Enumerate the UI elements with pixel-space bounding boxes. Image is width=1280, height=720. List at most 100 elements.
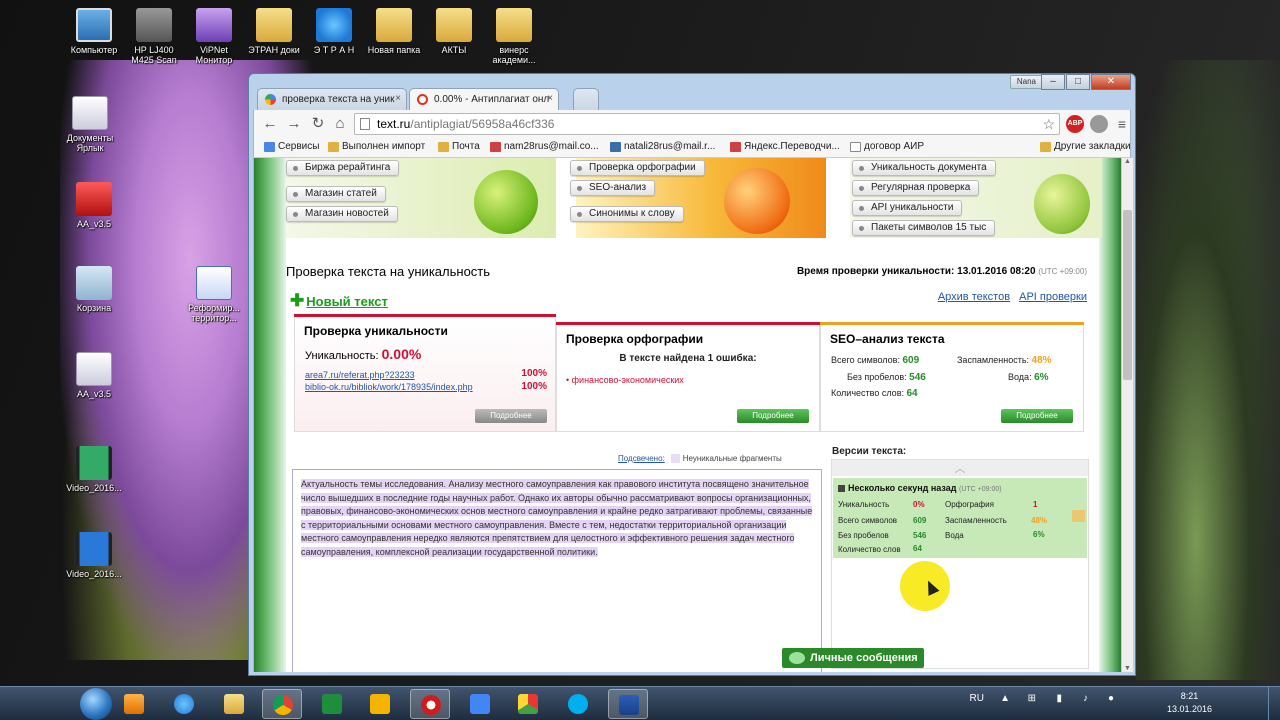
taskbar-paint[interactable] [508,689,548,719]
desktop-icon-video-1[interactable]: Video_2016... [62,446,126,493]
menu-news-store[interactable]: Магазин новостей [286,206,398,222]
bookmark-imported[interactable]: Выполнен импорт [328,141,425,152]
source-link[interactable]: biblio-ok.ru/bibliok/work/178935/index.p… [305,382,473,392]
versions-scroll-up-button[interactable]: ︿ [832,460,1088,476]
version-expand-icon[interactable] [1072,510,1085,522]
textru-favicon-icon [417,94,428,105]
desktop-icon-etran[interactable]: Э Т Р А Н [302,8,366,55]
skype-tray-icon[interactable]: ● [1108,693,1114,704]
taskbar-word[interactable] [608,689,648,719]
chrome-menu-button[interactable]: ≡ [1112,114,1132,134]
home-button[interactable]: ⌂ [330,114,350,134]
minimize-button[interactable]: – [1041,74,1065,90]
desktop-icon-aa-file[interactable]: AA_v3.5 [62,352,126,399]
scrollbar-thumb[interactable] [1123,210,1132,380]
scroll-down-arrow-icon[interactable]: ▼ [1122,665,1133,672]
taskbar-chrome[interactable] [262,689,302,719]
bookmark-yandex-translate[interactable]: Яндекс.Переводчи... [730,141,840,152]
back-button[interactable]: ← [260,114,280,134]
bookmark-nam28rus[interactable]: nam28rus@mail.co... [490,141,599,152]
spelling-error-word[interactable]: • финансово-экономических [566,375,684,385]
desktop-icon-documents[interactable]: Документы Ярлык [58,96,122,154]
uniqueness-details-button[interactable]: Подробнее [475,409,547,423]
folder-icon [436,8,472,42]
address-bar[interactable]: text.ru/antiplagiat/56958a46cf336 ☆ [354,113,1060,135]
taskbar-sheets[interactable] [312,689,352,719]
word-icon [619,695,639,715]
windows-flag-icon[interactable]: ⊞ [1028,693,1036,704]
tab-antiplagiat[interactable]: 0.00% - Антиплагиат онл × [409,88,559,110]
scroll-up-arrow-icon[interactable]: ▲ [1122,158,1133,165]
menu-regular-check[interactable]: Регулярная проверка [852,180,980,196]
close-window-button[interactable]: ✕ [1091,74,1131,90]
desktop-icon-winners[interactable]: винерс академи... [482,8,546,66]
menu-article-store[interactable]: Магазин статей [286,186,386,202]
network-icon[interactable]: ▮ [1056,693,1062,704]
desktop-icon-vipnet[interactable]: ViPNet Монитор [182,8,246,66]
desktop-icon-new-folder[interactable]: Новая папка [362,8,426,55]
checked-text[interactable]: Актуальность темы исследования. Анализу … [301,478,813,559]
bookmark-services[interactable]: Сервисы [264,141,319,152]
start-button[interactable] [80,688,112,720]
taskbar-explorer[interactable] [214,689,254,719]
new-text-link[interactable]: ✚ Новый текст [290,291,388,311]
bookmark-mail[interactable]: Почта [438,141,480,152]
bookmark-natali28rus[interactable]: natali28rus@mail.r... [610,141,715,152]
text-editor[interactable]: Актуальность темы исследования. Анализу … [292,469,822,672]
profile-badge[interactable]: Nana [1009,75,1043,89]
version-spam-label: Заспамленность [945,516,1007,525]
taskbar-skype[interactable] [558,689,598,719]
archive-link[interactable]: Архив текстов [938,291,1010,303]
taskbar-docs[interactable] [460,689,500,719]
version-words-label: Количество слов [838,545,901,554]
menu-spell-check[interactable]: Проверка орфографии [570,160,705,176]
globe-extension-icon[interactable] [1090,115,1108,133]
tab-search[interactable]: проверка текста на уник × [257,88,407,110]
adblock-icon[interactable]: ABP [1066,115,1084,133]
forward-button[interactable]: → [284,114,304,134]
language-indicator[interactable]: RU [970,693,984,704]
menu-document-uniqueness[interactable]: Уникальность документа [852,160,996,176]
volume-icon[interactable]: ♪ [1083,693,1088,704]
private-messages-button[interactable]: Личные сообщения [782,648,924,668]
desktop-icon-reform-doc[interactable]: Реформир... территор... [182,266,246,324]
taskbar-opera[interactable] [410,689,450,719]
desktop-icon-printer[interactable]: HP LJ400 M425 Scan [122,8,186,66]
menu-synonyms[interactable]: Синонимы к слову [570,206,684,222]
menu-seo-analysis[interactable]: SEO-анализ [570,180,656,196]
spelling-details-button[interactable]: Подробнее [737,409,809,423]
menu-symbol-packages[interactable]: Пакеты символов 15 тыс [852,220,996,236]
desktop-icon-aa-app[interactable]: AA_v3.5 [62,182,126,229]
versions-panel: ︿ Несколько секунд назад (UTC +09:00) Ун… [831,459,1089,669]
menu-rewrite-exchange[interactable]: Биржа рерайтинга [286,160,400,176]
source-percent: 100% [521,368,547,379]
version-spell-value: 1 [1033,500,1038,509]
reload-button[interactable]: ↻ [308,114,328,134]
desktop-icon-video-2[interactable]: Video_2016... [62,532,126,579]
taskbar-ie[interactable] [164,689,204,719]
page-scrollbar[interactable]: ▲ ▼ [1121,158,1133,672]
highlight-toggle-link[interactable]: Подсвечено: [618,454,665,463]
bookmark-contract[interactable]: договор АИР [850,141,924,152]
version-item[interactable]: Несколько секунд назад (UTC +09:00) Уник… [833,478,1087,558]
desktop-icon-computer[interactable]: Компьютер [62,8,126,55]
media-player-icon [124,694,144,714]
source-link[interactable]: area7.ru/referat.php?23233 [305,370,415,380]
tray-chevron-icon[interactable]: ▲ [1000,693,1010,704]
close-tab-icon[interactable]: × [395,93,401,104]
desktop-icon-etran-docs[interactable]: ЭТРАН доки [242,8,306,55]
clock[interactable]: 8:21 13.01.2016 [1167,690,1212,716]
menu-uniqueness-api[interactable]: API уникальности [852,200,963,216]
desktop-icon-acts[interactable]: АКТЫ [422,8,486,55]
close-tab-icon[interactable]: × [547,93,553,104]
bookmark-star-icon[interactable]: ☆ [1042,114,1055,134]
bookmark-other[interactable]: Другие закладки [1040,141,1131,152]
taskbar-slides[interactable] [360,689,400,719]
taskbar-media-player[interactable] [114,689,154,719]
api-link[interactable]: API проверки [1019,291,1087,303]
new-tab-button[interactable] [573,88,599,110]
seo-details-button[interactable]: Подробнее [1001,409,1073,423]
show-desktop-button[interactable] [1268,687,1280,720]
desktop-icon-recycle-bin[interactable]: Корзина [62,266,126,313]
maximize-button[interactable]: □ [1066,74,1090,90]
